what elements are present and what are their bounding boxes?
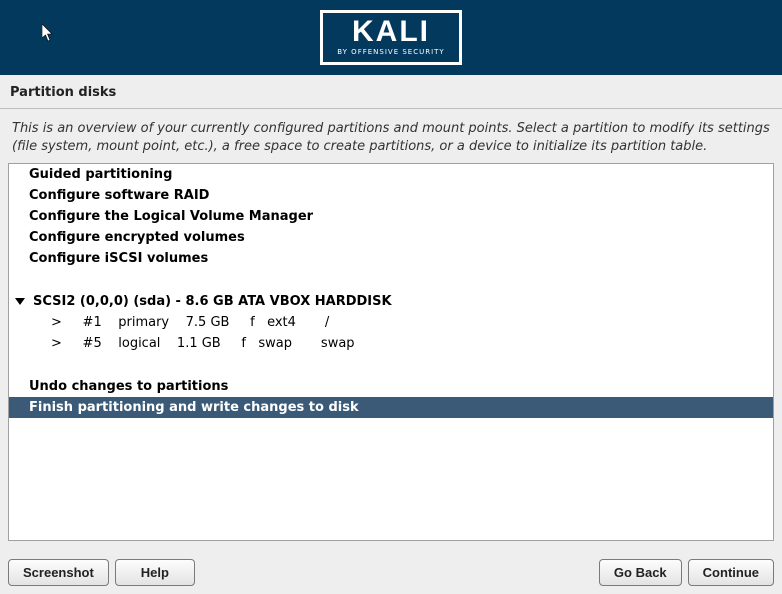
continue-button[interactable]: Continue [688, 559, 774, 586]
partition-row[interactable]: > #5 logical 1.1 GB f swap swap [9, 333, 773, 354]
device-label: SCSI2 (0,0,0) (sda) - 8.6 GB ATA VBOX HA… [33, 294, 392, 309]
menu-iscsi[interactable]: Configure iSCSI volumes [9, 248, 773, 269]
button-bar: Screenshot Help Go Back Continue [8, 559, 774, 586]
device-row[interactable]: SCSI2 (0,0,0) (sda) - 8.6 GB ATA VBOX HA… [9, 291, 773, 312]
partition-row[interactable]: > #1 primary 7.5 GB f ext4 / [9, 312, 773, 333]
spacer [9, 269, 773, 291]
spacer [9, 354, 773, 376]
description-text: This is an overview of your currently co… [8, 117, 774, 163]
logo-main: KALI [337, 17, 444, 47]
header-bar: KALI BY OFFENSIVE SECURITY [0, 0, 782, 75]
menu-guided[interactable]: Guided partitioning [9, 164, 773, 185]
partition-list[interactable]: Guided partitioning Configure software R… [8, 163, 774, 541]
content-area: This is an overview of your currently co… [0, 109, 782, 549]
expand-icon[interactable] [15, 298, 25, 305]
page-title: Partition disks [0, 75, 782, 109]
logo: KALI BY OFFENSIVE SECURITY [320, 10, 461, 65]
menu-encrypted[interactable]: Configure encrypted volumes [9, 227, 773, 248]
action-finish[interactable]: Finish partitioning and write changes to… [9, 397, 773, 418]
help-button[interactable]: Help [115, 559, 195, 586]
cursor-icon [42, 24, 58, 44]
logo-subtitle: BY OFFENSIVE SECURITY [337, 49, 444, 56]
menu-lvm[interactable]: Configure the Logical Volume Manager [9, 206, 773, 227]
action-undo[interactable]: Undo changes to partitions [9, 376, 773, 397]
screenshot-button[interactable]: Screenshot [8, 559, 109, 586]
go-back-button[interactable]: Go Back [599, 559, 682, 586]
menu-raid[interactable]: Configure software RAID [9, 185, 773, 206]
